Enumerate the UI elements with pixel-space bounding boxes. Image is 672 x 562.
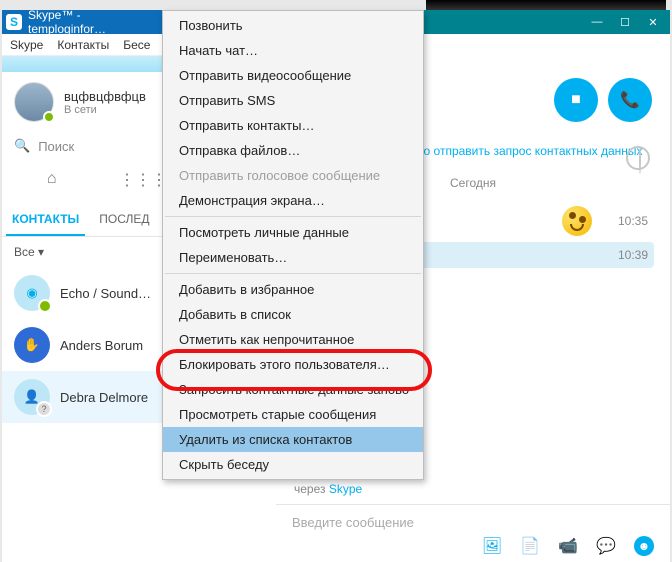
contact-name: Echo / Sound… [60,286,151,301]
via-text: через [294,482,329,496]
home-icon[interactable]: ⌂ [32,170,72,194]
context-menu-item[interactable]: Позвонить [163,13,423,38]
contact-name: Anders Borum [60,338,143,353]
context-menu-item[interactable]: Начать чат… [163,38,423,63]
contact-name: Debra Delmore [60,390,148,405]
context-menu-item[interactable]: Отметить как непрочитанное [163,327,423,352]
context-menu-item[interactable]: Скрыть беседу [163,452,423,477]
context-menu-item[interactable]: Добавить в избранное [163,277,423,302]
self-status[interactable]: В сети [64,104,146,116]
audio-call-button[interactable]: 📞 [608,78,652,122]
send-contact-icon[interactable]: 💬 [596,536,616,556]
maximize-button[interactable]: ☐ [618,16,632,29]
context-menu-item[interactable]: Отправка файлов… [163,138,423,163]
video-call-button[interactable]: ■ [554,78,598,122]
composer: Введите сообщение 🖼 📄 📹 💬 ☻ [276,504,670,562]
message-time: 10:39 [608,248,648,262]
skype-logo-icon: S [6,14,22,30]
emoji-wonder-icon [562,206,592,236]
via-skype-link[interactable]: Skype [329,482,362,496]
search-icon: 🔍 [14,138,30,154]
context-menu-item[interactable]: Отправить видеосообщение [163,63,423,88]
contact-avatar: ◉ [14,275,50,311]
background-taskbar [426,0,666,10]
composer-input[interactable]: Введите сообщение [292,515,654,530]
context-menu-item: Отправить голосовое сообщение [163,163,423,188]
context-menu-item[interactable]: Отправить контакты… [163,113,423,138]
emoji-picker-icon[interactable]: ☻ [634,536,654,556]
context-menu-item[interactable]: Добавить в список [163,302,423,327]
send-video-icon[interactable]: 📹 [558,536,578,556]
menu-contacts[interactable]: Контакты [57,38,109,52]
context-menu-item[interactable]: Удалить из списка контактов [163,427,423,452]
close-button[interactable]: ✕ [646,16,660,29]
send-file-icon[interactable]: 📄 [520,536,540,556]
contact-context-menu: ПозвонитьНачать чат…Отправить видеосообщ… [162,10,424,480]
minimize-button[interactable]: — [590,16,604,28]
context-menu-item[interactable]: Демонстрация экрана… [163,188,423,213]
context-menu-item[interactable]: Блокировать этого пользователя… [163,352,423,377]
send-photo-icon[interactable]: 🖼 [482,536,502,556]
globe-icon [626,146,650,170]
presence-online-icon [43,111,55,123]
contact-avatar: 👤 [14,379,50,415]
context-menu-item[interactable]: Переименовать… [163,245,423,270]
self-avatar[interactable] [14,82,54,122]
self-name: вцфвцфвфцв [64,89,146,104]
menu-skype[interactable]: Skype [10,38,43,52]
message-time: 10:35 [608,214,648,228]
main-titlebar: S Skype™ - temploginfor… [2,10,162,34]
dialpad-icon[interactable]: ⋮⋮⋮ [119,170,159,194]
composer-tools: 🖼 📄 📹 💬 ☻ [292,536,654,556]
context-menu-item[interactable]: Посмотреть личные данные [163,220,423,245]
search-placeholder: Поиск [38,139,74,154]
phone-icon: 📞 [620,90,640,110]
video-icon: ■ [571,91,581,109]
menu-conversation[interactable]: Бесе [123,38,150,52]
context-menu-item[interactable]: Отправить SMS [163,88,423,113]
main-title-text: Skype™ - temploginfor… [28,8,162,36]
contact-avatar: ✋ [14,327,50,363]
context-menu-item[interactable]: Просмотреть старые сообщения [163,402,423,427]
tab-recent[interactable]: ПОСЛЕД [93,204,155,236]
context-menu-item[interactable]: Запросить контактные данные заново [163,377,423,402]
tab-contacts[interactable]: КОНТАКТЫ [6,204,85,236]
